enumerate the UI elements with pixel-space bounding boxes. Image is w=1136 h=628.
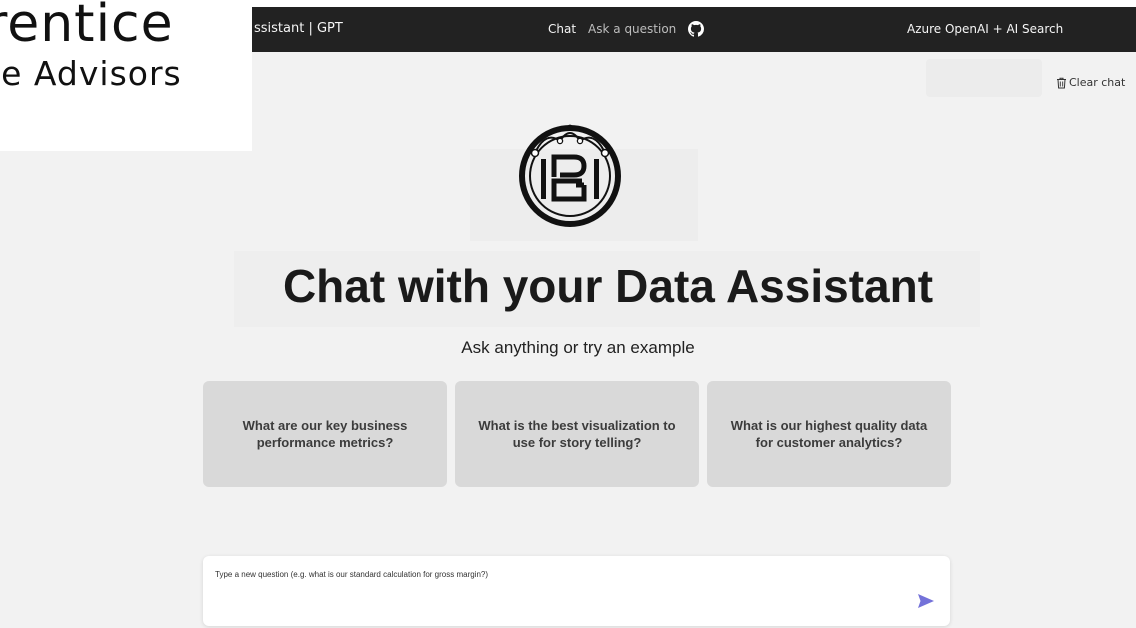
example-card-3[interactable]: What is our highest quality data for cus… <box>707 381 951 487</box>
nav-chat-link[interactable]: Chat <box>548 22 576 36</box>
nav-ask-question-link[interactable]: Ask a question <box>588 22 676 36</box>
pgi-monogram-logo <box>519 124 621 227</box>
toolbar-placeholder <box>926 59 1042 97</box>
clear-chat-button[interactable]: Clear chat <box>1056 76 1125 89</box>
question-input[interactable] <box>215 570 905 610</box>
app-title: ssistant | GPT <box>254 21 343 36</box>
page-subheading: Ask anything or try an example <box>461 338 695 357</box>
company-logo-line-2: ce Advisors <box>0 54 182 93</box>
company-logo: rentice ce Advisors <box>0 0 252 151</box>
company-logo-line-1: rentice <box>0 0 174 54</box>
clear-chat-label: Clear chat <box>1069 76 1126 89</box>
header-right-title: Azure OpenAI + AI Search <box>907 22 1064 36</box>
example-card-1[interactable]: What are our key business performance me… <box>203 381 447 487</box>
header-nav: Chat Ask a question <box>548 21 705 37</box>
example-card-2[interactable]: What is the best visualization to use fo… <box>455 381 699 487</box>
trash-icon <box>1057 77 1066 88</box>
question-composer <box>203 556 950 626</box>
send-icon[interactable] <box>917 593 935 609</box>
github-icon[interactable] <box>688 21 705 37</box>
page-headline: Chat with your Data Assistant <box>282 260 934 312</box>
